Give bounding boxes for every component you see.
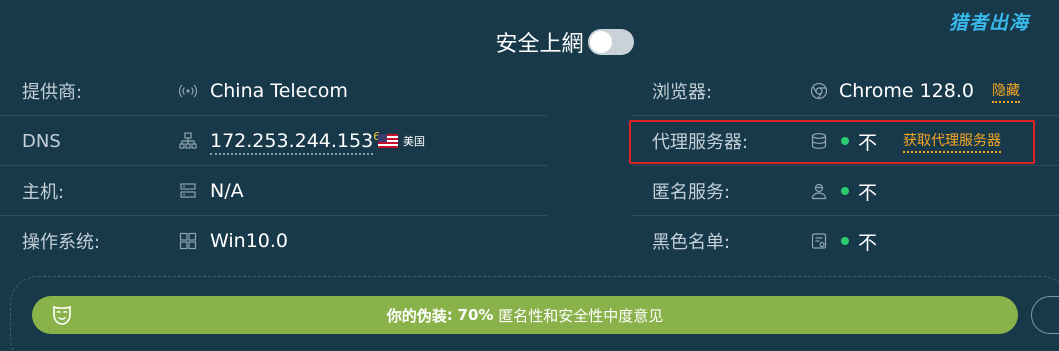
toggle-knob (589, 31, 612, 53)
server-icon (178, 181, 198, 201)
safe-browsing-toggle[interactable] (587, 29, 634, 55)
proxy-highlight-box (629, 120, 1035, 164)
provider-label: 提供商: (22, 82, 83, 103)
safe-browsing-bar: 安全上網 (0, 22, 1059, 62)
disguise-colon: : (446, 306, 453, 324)
anonymous-row: 匿名服务: 不 (632, 166, 1059, 216)
dns-value-wrap[interactable]: 172.253.244.1536 (210, 130, 380, 156)
browser-value: Chrome 128.0 (839, 80, 974, 102)
blacklist-value: 不 (858, 231, 878, 254)
host-row: 主机: N/A (0, 166, 560, 216)
anonymous-user-icon (809, 181, 829, 201)
signal-icon (178, 81, 198, 101)
browser-row: 浏览器: Chrome 128.0 隐藏 (632, 66, 1059, 116)
mask-icon (53, 305, 71, 325)
disguise-text: 匿名性和安全性中度意见 (498, 306, 664, 325)
provider-value: China Telecom (210, 80, 348, 102)
status-dot (841, 237, 849, 245)
host-value: N/A (210, 180, 244, 202)
dns-label: DNS (22, 130, 61, 152)
blacklist-label: 黑色名单: (652, 232, 731, 253)
disguise-prefix: 你的伪装 (386, 306, 447, 325)
safe-browsing-label: 安全上網 (495, 32, 584, 57)
network-icon (178, 131, 198, 151)
windows-icon (178, 231, 198, 251)
os-row: 操作系统: Win10.0 (0, 216, 560, 266)
hide-link[interactable]: 隐藏 (992, 80, 1020, 103)
os-label: 操作系统: (22, 232, 101, 253)
browser-label: 浏览器: (652, 82, 713, 103)
chrome-icon (809, 81, 829, 101)
us-flag-icon (378, 134, 398, 148)
anonymous-value: 不 (858, 181, 878, 204)
dns-country: 美国 (403, 135, 425, 148)
blacklist-icon (809, 231, 829, 251)
blacklist-row: 黑色名单: 不 (632, 216, 1059, 266)
anonymous-label: 匿名服务: (652, 182, 731, 203)
host-label: 主机: (22, 182, 65, 203)
provider-row: 提供商: China Telecom (0, 66, 560, 116)
dns-row: DNS 172.253.244.1536 美国 (0, 116, 560, 166)
status-dot (841, 187, 849, 195)
disguise-bar[interactable]: 你的伪装: 70% 匿名性和安全性中度意见 (32, 296, 1018, 334)
os-value: Win10.0 (210, 230, 288, 252)
dns-value[interactable]: 172.253.244.153 (210, 130, 374, 156)
disguise-percent: 70% (457, 306, 494, 324)
